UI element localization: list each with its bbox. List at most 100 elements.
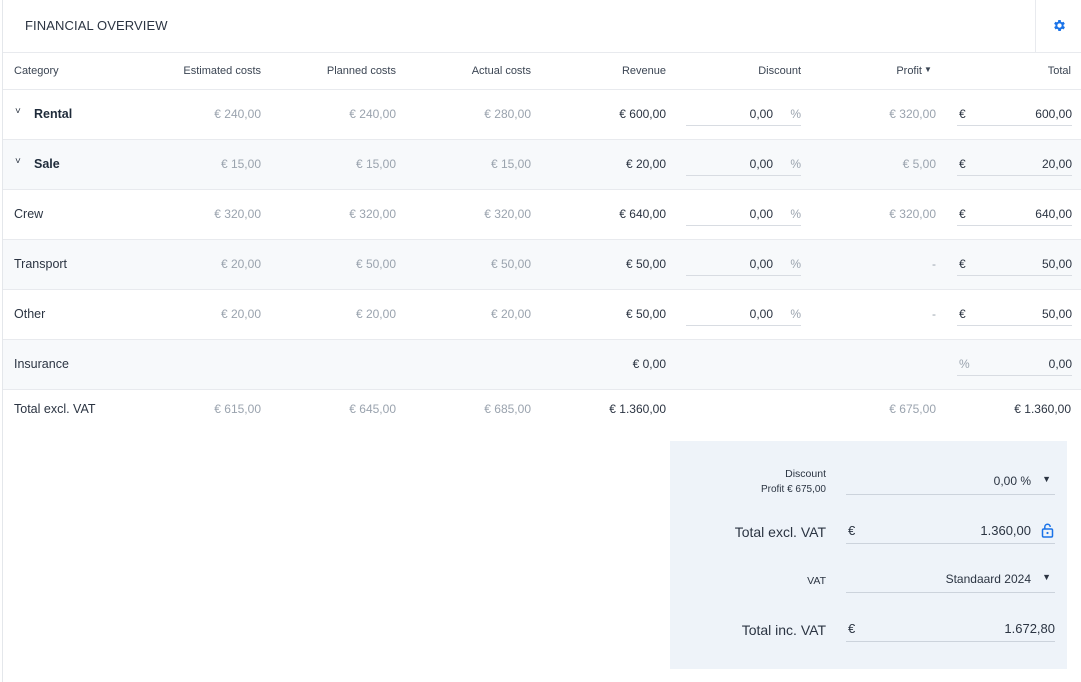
total-input[interactable]: € 640,00: [957, 203, 1072, 226]
financial-overview-panel: FINANCIAL OVERVIEW Category Estimated co…: [2, 0, 1081, 682]
summary-total-excl-label: Total excl. VAT: [734, 524, 826, 540]
summary-discount-select[interactable]: 0,00 % ▼: [846, 470, 1055, 495]
estimated-cost: € 320,00: [214, 207, 261, 221]
actual-cost: € 15,00: [490, 157, 531, 171]
col-total[interactable]: Total: [1048, 65, 1071, 77]
discount-value: 0,00: [749, 207, 773, 221]
panel-header: FINANCIAL OVERVIEW: [3, 0, 1081, 53]
gear-icon[interactable]: [1052, 18, 1067, 33]
estimated-cost: € 240,00: [214, 107, 261, 121]
total-revenue: € 1.360,00: [609, 402, 666, 416]
col-actual-costs[interactable]: Actual costs: [472, 65, 531, 77]
revenue: € 50,00: [625, 257, 666, 271]
total-excl-value: 1.360,00: [980, 523, 1031, 538]
table-row-transport: Transport € 20,00 € 50,00 € 50,00 € 50,0…: [3, 240, 1081, 290]
percent-unit: %: [790, 157, 801, 171]
total-value: 640,00: [1035, 207, 1072, 221]
caret-down-icon[interactable]: ▼: [1042, 572, 1051, 582]
profit: € 320,00: [889, 207, 936, 221]
estimated-cost: € 20,00: [220, 257, 261, 271]
summary-vat-label: VAT: [807, 575, 826, 587]
currency-symbol: €: [848, 621, 856, 636]
panel-title: FINANCIAL OVERVIEW: [25, 18, 168, 33]
row-category: Insurance: [14, 357, 69, 371]
profit: € 5,00: [902, 157, 936, 171]
table-row-rental: ˅ Rental € 240,00 € 240,00 € 280,00 € 60…: [3, 90, 1081, 140]
grand-total: € 1.360,00: [1014, 402, 1071, 416]
lock-icon[interactable]: [1041, 523, 1054, 538]
estimated-cost: € 20,00: [220, 307, 261, 321]
profit: -: [932, 307, 936, 321]
table-header-row: Category Estimated costs Planned costs A…: [3, 53, 1081, 90]
summary-total-inc-input[interactable]: € 1.672,80: [846, 617, 1055, 642]
revenue: € 640,00: [619, 207, 666, 221]
summary-total-inc-label: Total inc. VAT: [741, 622, 826, 638]
revenue: € 20,00: [625, 157, 666, 171]
caret-down-icon[interactable]: ▼: [924, 65, 932, 74]
discount-input[interactable]: 0,00 %: [686, 103, 801, 126]
discount-input[interactable]: 0,00 %: [686, 203, 801, 226]
planned-cost: € 20,00: [355, 307, 396, 321]
table-row-crew: Crew € 320,00 € 320,00 € 320,00 € 640,00…: [3, 190, 1081, 240]
chevron-down-icon[interactable]: ˅: [15, 156, 21, 167]
table-row-insurance: Insurance € 0,00 % 0,00: [3, 340, 1081, 390]
discount-value: 0,00: [749, 107, 773, 121]
row-category[interactable]: Sale: [34, 157, 60, 171]
summary-profit-label: Profit € 675,00: [760, 484, 826, 495]
percent-unit: %: [790, 257, 801, 271]
discount-input[interactable]: 0,00 %: [686, 253, 801, 276]
currency-symbol: €: [959, 207, 966, 221]
col-profit[interactable]: Profit: [896, 65, 922, 77]
total-input[interactable]: € 600,00: [957, 103, 1072, 126]
row-category: Other: [14, 307, 46, 321]
insurance-percent-input[interactable]: % 0,00: [957, 353, 1072, 376]
col-planned-costs[interactable]: Planned costs: [327, 65, 396, 77]
discount-input[interactable]: 0,00 %: [686, 153, 801, 176]
row-category: Crew: [14, 207, 44, 221]
table-row-other: Other € 20,00 € 20,00 € 20,00 € 50,00 0,…: [3, 290, 1081, 340]
col-discount[interactable]: Discount: [758, 65, 801, 77]
actual-cost: € 50,00: [490, 257, 531, 271]
planned-cost: € 240,00: [349, 107, 396, 121]
estimated-cost: € 15,00: [220, 157, 261, 171]
revenue: € 600,00: [619, 107, 666, 121]
total-profit: € 675,00: [889, 402, 936, 416]
currency-symbol: €: [959, 307, 966, 321]
revenue: € 0,00: [632, 357, 666, 371]
col-estimated-costs[interactable]: Estimated costs: [183, 65, 261, 77]
col-category[interactable]: Category: [14, 65, 59, 77]
percent-unit: %: [790, 107, 801, 121]
total-input[interactable]: € 20,00: [957, 153, 1072, 176]
total-input[interactable]: € 50,00: [957, 303, 1072, 326]
col-revenue[interactable]: Revenue: [622, 65, 666, 77]
settings-button[interactable]: [1035, 0, 1081, 52]
currency-symbol: €: [959, 157, 966, 171]
caret-down-icon[interactable]: ▼: [1042, 474, 1051, 484]
chevron-down-icon[interactable]: ˅: [15, 106, 21, 117]
row-category: Transport: [14, 257, 68, 271]
total-actual: € 685,00: [484, 402, 531, 416]
discount-value: 0,00 %: [993, 474, 1031, 488]
table-row-sale: ˅ Sale € 15,00 € 15,00 € 15,00 € 20,00 0…: [3, 140, 1081, 190]
actual-cost: € 280,00: [484, 107, 531, 121]
total-value: 50,00: [1041, 257, 1072, 271]
total-value: 0,00: [1048, 357, 1072, 371]
total-inc-value: 1.672,80: [1004, 621, 1055, 636]
discount-input[interactable]: 0,00 %: [686, 303, 801, 326]
total-input[interactable]: € 50,00: [957, 253, 1072, 276]
summary-vat-select[interactable]: Standaard 2024 ▼: [846, 568, 1055, 593]
discount-value: 0,00: [749, 307, 773, 321]
planned-cost: € 50,00: [355, 257, 396, 271]
planned-cost: € 15,00: [355, 157, 396, 171]
row-category[interactable]: Rental: [34, 107, 72, 121]
vat-value: Standaard 2024: [945, 572, 1031, 586]
currency-symbol: €: [959, 257, 966, 271]
total-value: 20,00: [1041, 157, 1072, 171]
summary-total-excl-input[interactable]: € 1.360,00: [846, 519, 1055, 544]
currency-symbol: €: [848, 523, 856, 538]
total-value: 600,00: [1035, 107, 1072, 121]
revenue: € 50,00: [625, 307, 666, 321]
percent-unit: %: [790, 307, 801, 321]
discount-value: 0,00: [749, 257, 773, 271]
total-planned: € 645,00: [349, 402, 396, 416]
